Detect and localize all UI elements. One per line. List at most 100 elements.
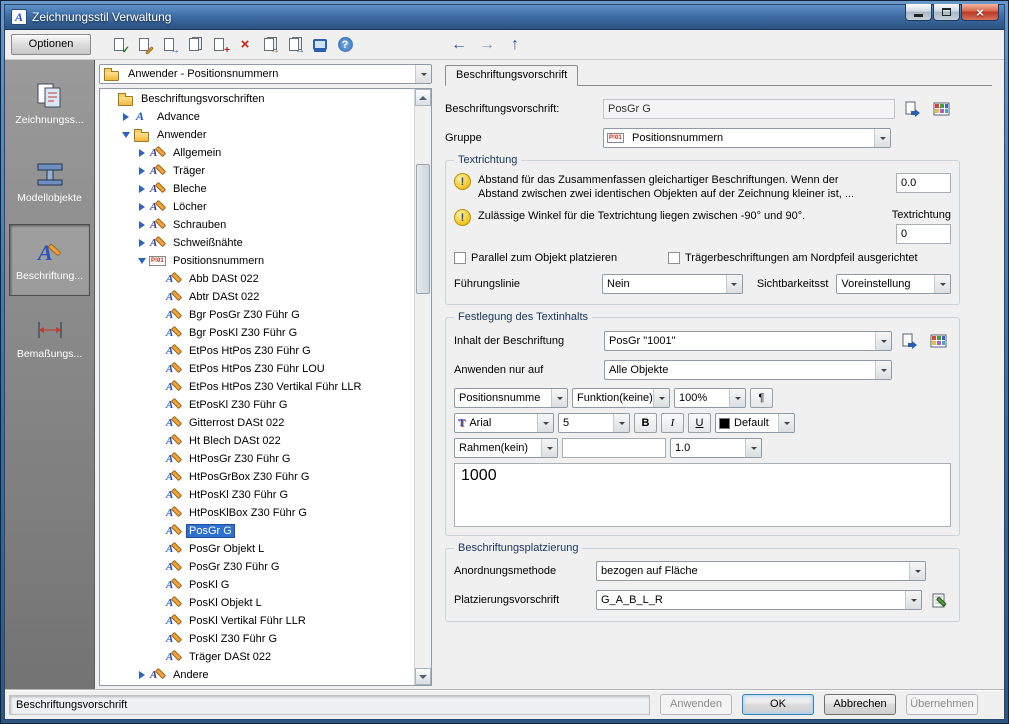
chevron-down-icon[interactable] [613,414,629,432]
tree-item[interactable]: HtPosKlBox Z30 Führ G [100,504,414,522]
expander-icon[interactable] [152,633,164,645]
expander-icon[interactable] [136,255,148,267]
expander-icon[interactable] [120,129,132,141]
tree-item[interactable]: Schweißnähte [100,234,414,252]
expander-icon[interactable] [136,183,148,195]
tree-item[interactable]: Positionsnummern [100,252,414,270]
chevron-down-icon[interactable] [653,389,669,407]
expander-icon[interactable] [152,291,164,303]
chevron-down-icon[interactable] [905,591,921,609]
preview-button[interactable] [309,34,331,56]
tree-item[interactable]: HtPosGr Z30 Führ G [100,450,414,468]
function-select[interactable]: Funktion(keine) [572,388,670,408]
chevron-down-icon[interactable] [745,439,761,457]
import-style-button[interactable]: → [259,34,281,56]
style-table-button[interactable] [929,98,953,120]
content-select[interactable]: PosGr "1001" [604,331,892,351]
new-style-button[interactable]: ✓ [109,34,131,56]
chevron-down-icon[interactable] [909,562,925,580]
expander-icon[interactable] [152,453,164,465]
export-style-button[interactable] [900,98,924,120]
method-select[interactable]: bezogen auf Fläche [596,561,926,581]
sidebar-item-modellobjekte[interactable]: Modellobjekte [9,146,90,218]
chevron-down-icon[interactable] [537,414,553,432]
chevron-down-icon[interactable] [729,389,745,407]
expander-icon[interactable] [136,147,148,159]
scroll-up-button[interactable] [415,89,431,106]
style-filter-select[interactable]: Anwender - Positionsnummern [99,64,432,84]
close-button[interactable]: × [961,4,999,21]
chevron-down-icon[interactable] [875,361,891,379]
tree-item[interactable]: Träger DASt 022 [100,648,414,666]
tree-item[interactable]: EtPos HtPos Z30 Führ G [100,342,414,360]
expander-icon[interactable] [152,417,164,429]
parallel-checkbox[interactable]: Parallel zum Objekt platzieren [454,252,654,264]
chevron-down-icon[interactable] [725,275,742,293]
expander-icon[interactable] [136,669,148,681]
sidebar-item-beschriftung[interactable]: A Beschriftung... [9,224,90,296]
expander-icon[interactable] [152,363,164,375]
expander-icon[interactable] [152,579,164,591]
sidebar-item-zeichnungsstile[interactable]: Zeichnungss... [9,68,90,140]
tree-item[interactable]: Beschriftungsvorschriften [100,90,414,108]
titlebar[interactable]: A Zeichnungsstil Verwaltung × [5,4,1004,30]
expander-icon[interactable] [152,525,164,537]
checkbox-icon[interactable] [454,252,466,264]
expander-icon[interactable] [136,201,148,213]
tab-beschriftungsvorschrift[interactable]: Beschriftungsvorschrift [445,65,579,86]
tree-item[interactable]: PosKl Z30 Führ G [100,630,414,648]
tree-item[interactable]: PosKl Objekt L [100,594,414,612]
tree-item[interactable]: PosGr Z30 Führ G [100,558,414,576]
direction-field[interactable]: 0 [896,224,951,244]
chevron-down-icon[interactable] [934,275,950,293]
chevron-down-icon[interactable] [541,439,557,457]
minimize-button[interactable] [905,4,932,21]
tree-item[interactable]: Advance [100,108,414,126]
abbrechen-button[interactable]: Abbrechen [824,694,896,715]
text-preview[interactable]: 1000 [454,463,951,527]
export-style-button[interactable]: → [284,34,306,56]
expander-icon[interactable] [152,471,164,483]
checkbox-icon[interactable] [668,252,680,264]
italic-button[interactable]: I [661,413,684,433]
tree-item[interactable]: Gitterrost DASt 022 [100,414,414,432]
tree-item[interactable]: PosGr Objekt L [100,540,414,558]
ok-button[interactable]: OK [742,694,814,715]
frame-text-field[interactable] [562,438,666,458]
maximize-button[interactable] [933,4,960,21]
tree-item[interactable]: Ht Blech DASt 022 [100,432,414,450]
expander-icon[interactable] [152,327,164,339]
edit-rule-button[interactable] [927,589,951,611]
underline-button[interactable]: U [688,413,711,433]
leader-select[interactable]: Nein [602,274,743,294]
chevron-down-icon[interactable] [874,129,890,147]
expander-icon[interactable] [152,507,164,519]
apply-select[interactable]: Alle Objekte [604,360,892,380]
tree-item[interactable]: Bleche [100,180,414,198]
anwenden-button[interactable]: Anwenden [660,694,732,715]
tree-item[interactable]: Andere [100,666,414,684]
color-select[interactable]: Default [715,413,795,433]
delete-button[interactable]: × [234,34,256,56]
back-button[interactable]: ← [449,35,469,55]
expander-icon[interactable] [152,345,164,357]
tree-item[interactable]: Allgemein [100,144,414,162]
tree-item[interactable]: Bgr PosGr Z30 Führ G [100,306,414,324]
expander-icon[interactable] [152,543,164,555]
expander-icon[interactable] [152,381,164,393]
copy-style-button[interactable]: → [159,34,181,56]
expander-icon[interactable] [152,489,164,501]
tree-scrollbar[interactable] [414,89,431,685]
expander-icon[interactable] [152,399,164,411]
tree-item[interactable]: HtPosKl Z30 Führ G [100,486,414,504]
frame-select[interactable]: Rahmen(kein) [454,438,558,458]
forward-button[interactable]: → [477,35,497,55]
expander-icon[interactable] [104,93,116,105]
pilcrow-button[interactable]: ¶ [750,388,773,408]
scale-select[interactable]: 100% [674,388,746,408]
spacing-select[interactable]: 1.0 [670,438,762,458]
font-select[interactable]: T Arial [454,413,554,433]
tree-item[interactable]: Löcher [100,198,414,216]
tree-item[interactable]: Bgr PosKl Z30 Führ G [100,324,414,342]
group-select[interactable]: Positionsnummern [603,128,891,148]
